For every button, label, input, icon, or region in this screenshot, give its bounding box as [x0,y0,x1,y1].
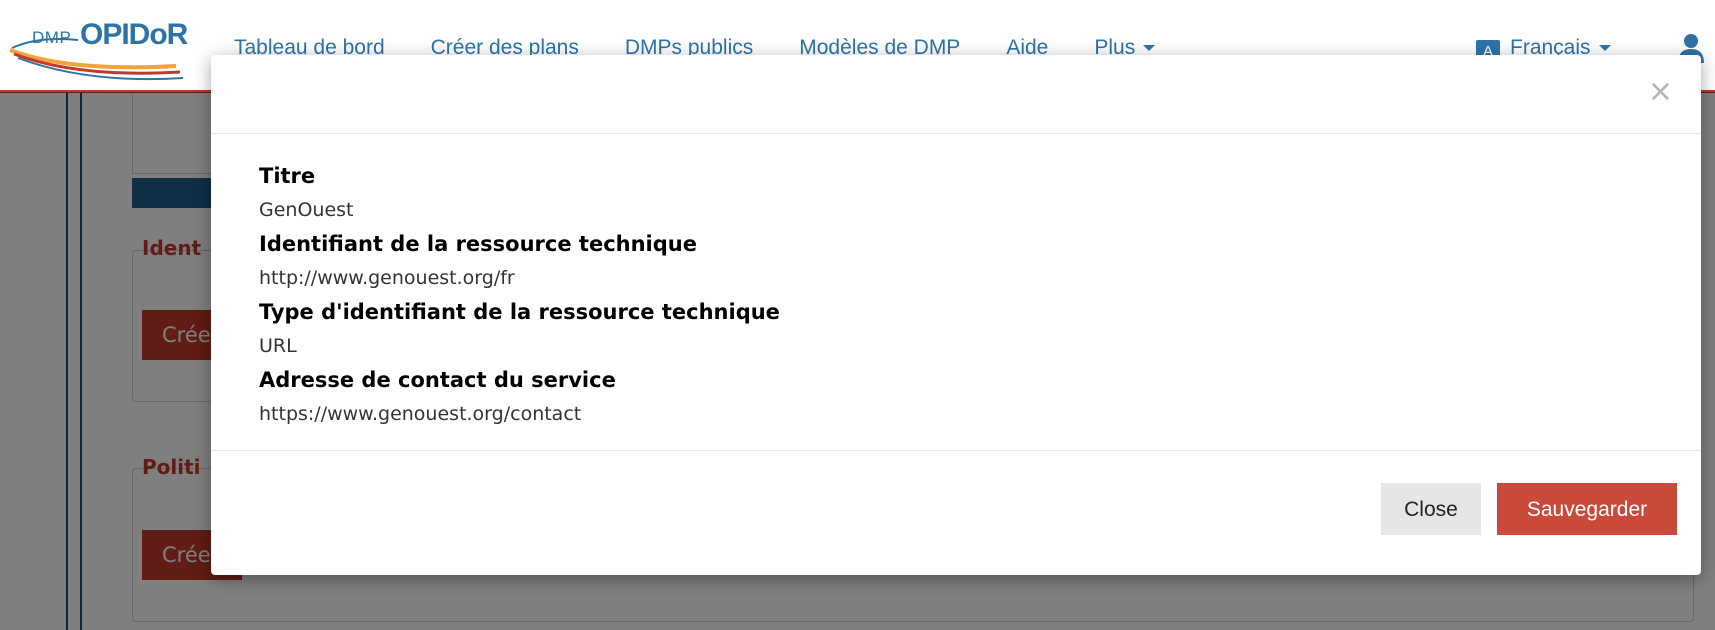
close-icon[interactable]: × [1648,77,1673,107]
chevron-down-icon [1143,45,1156,52]
resource-details-modal: × Titre GenOuest Identifiant de la resso… [211,55,1701,575]
field-value-contact-address: https://www.genouest.org/contact [259,403,582,425]
logo-prefix: DMP [32,28,72,47]
field-label-resource-identifier: Identifiant de la ressource technique [259,232,697,256]
modal-body: Titre GenOuest Identifiant de la ressour… [259,159,1649,431]
field-value-title: GenOuest [259,199,354,221]
field-value-identifier-type: URL [259,335,297,357]
field-value-resource-identifier: http://www.genouest.org/fr [259,267,515,289]
field-label-title: Titre [259,164,316,188]
chevron-down-icon [1598,45,1611,52]
field-label-identifier-type: Type d'identifiant de la ressource techn… [259,300,780,324]
close-button[interactable]: Close [1381,483,1481,535]
modal-header: × [211,55,1701,134]
logo-name: OPIDoR [80,18,188,51]
dmp-opidor-logo[interactable]: DMP OPIDoR [8,14,188,84]
save-button[interactable]: Sauvegarder [1497,483,1677,535]
field-label-contact-address: Adresse de contact du service [259,368,616,392]
modal-footer: Close Sauvegarder [211,450,1701,576]
